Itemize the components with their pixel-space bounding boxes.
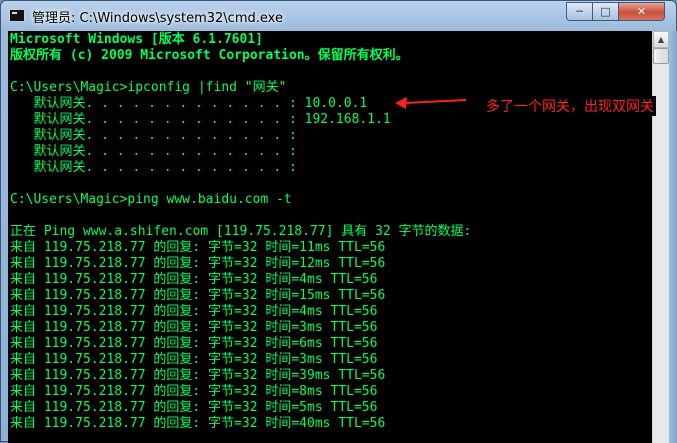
minimize-icon: ─ xyxy=(576,5,583,18)
console-line: 来自 119.75.218.77 的回复: 字节=32 时间=5ms TTL=5… xyxy=(10,400,378,415)
annotation-note: 多了一个网关，出现双网关 xyxy=(484,96,656,116)
scroll-up-icon: ▲ xyxy=(657,35,665,44)
console-line: 来自 119.75.218.77 的回复: 字节=32 时间=8ms TTL=5… xyxy=(10,384,378,399)
console-line: 正在 Ping www.a.shifen.com [119.75.218.77]… xyxy=(10,224,472,239)
close-button[interactable]: ✕ xyxy=(618,2,665,21)
scroll-up-button[interactable]: ▲ xyxy=(653,31,669,48)
console-line: 默认网关. . . . . . . . . . . . . : xyxy=(10,128,297,143)
title-bar[interactable]: 管理员: C:\Windows\system32\cmd.exe ─ □ ✕ xyxy=(1,1,676,31)
console-output[interactable]: Microsoft Windows [版本 6.1.7601] 版权所有 (c) … xyxy=(8,31,652,443)
vertical-scrollbar[interactable]: ▲ xyxy=(652,31,669,443)
window-title: 管理员: C:\Windows\system32\cmd.exe xyxy=(32,11,283,26)
console-lines: Microsoft Windows [版本 6.1.7601] 版权所有 (c) … xyxy=(10,32,471,432)
maximize-icon: □ xyxy=(600,5,611,18)
console-line: 默认网关. . . . . . . . . . . . . : xyxy=(10,144,297,159)
console-line: 版权所有 (c) 2009 Microsoft Corporation。保留所有… xyxy=(10,48,409,63)
console-line: 默认网关. . . . . . . . . . . . . : xyxy=(10,160,297,175)
console-line: 来自 119.75.218.77 的回复: 字节=32 时间=4ms TTL=5… xyxy=(10,304,378,319)
console-line: 来自 119.75.218.77 的回复: 字节=32 时间=15ms TTL=… xyxy=(10,288,386,303)
cmd-window: 管理员: C:\Windows\system32\cmd.exe ─ □ ✕ M… xyxy=(0,0,677,443)
window-frame-right xyxy=(669,31,677,443)
console-line: 来自 119.75.218.77 的回复: 字节=32 时间=40ms TTL=… xyxy=(10,416,386,431)
console-line: 来自 119.75.218.77 的回复: 字节=32 时间=3ms TTL=5… xyxy=(10,352,378,367)
console-line: C:\Users\Magic>ipconfig |find "网关" xyxy=(10,80,287,95)
scroll-thumb[interactable] xyxy=(653,48,669,64)
console-line: C:\Users\Magic>ping www.baidu.com -t xyxy=(10,192,292,207)
console-line: 默认网关. . . . . . . . . . . . . : 10.0.0.1 xyxy=(10,96,368,111)
close-icon: ✕ xyxy=(636,5,647,18)
cmd-app-icon[interactable] xyxy=(9,9,25,22)
console-line: 来自 119.75.218.77 的回复: 字节=32 时间=3ms TTL=5… xyxy=(10,320,378,335)
console-line: 来自 119.75.218.77 的回复: 字节=32 时间=11ms TTL=… xyxy=(10,240,386,255)
console-line: 来自 119.75.218.77 的回复: 字节=32 时间=39ms TTL=… xyxy=(10,368,386,383)
console-line: 来自 119.75.218.77 的回复: 字节=32 时间=4ms TTL=5… xyxy=(10,272,378,287)
console-line: 来自 119.75.218.77 的回复: 字节=32 时间=6ms TTL=5… xyxy=(10,336,378,351)
minimize-button[interactable]: ─ xyxy=(566,2,593,21)
maximize-button[interactable]: □ xyxy=(592,2,619,21)
console-line: 默认网关. . . . . . . . . . . . . : 192.168.… xyxy=(10,112,391,127)
console-line: 来自 119.75.218.77 的回复: 字节=32 时间=12ms TTL=… xyxy=(10,256,386,271)
console-line: Microsoft Windows [版本 6.1.7601] xyxy=(10,32,263,47)
